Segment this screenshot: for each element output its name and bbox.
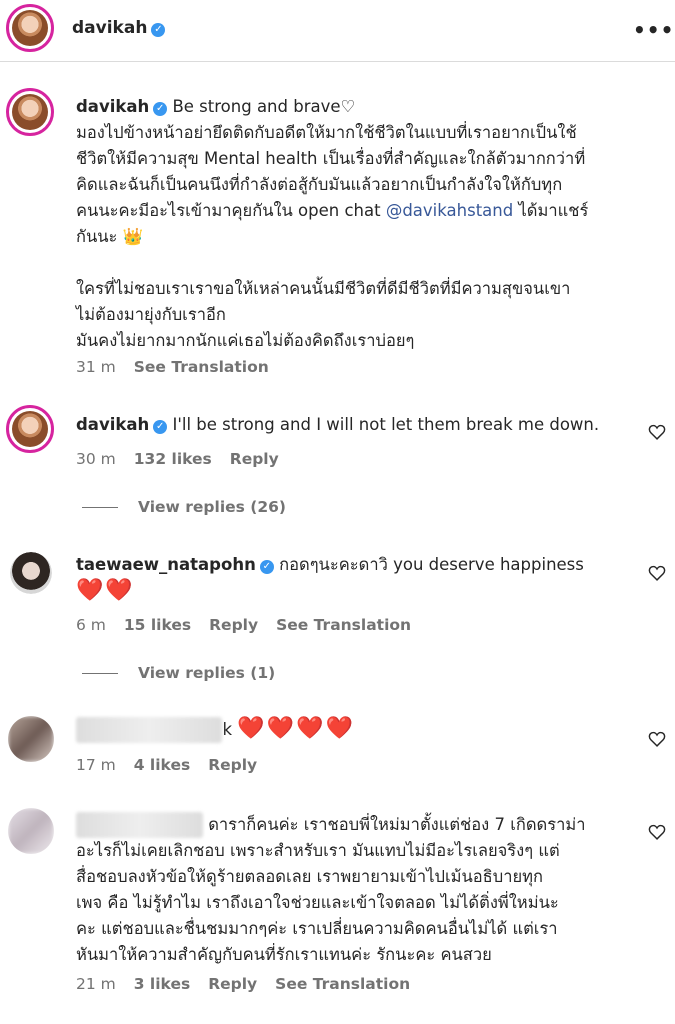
comment-meta: 17 m4 likes Reply	[76, 756, 258, 774]
verified-icon: ✓	[153, 420, 168, 434]
like-heart-icon[interactable]	[648, 565, 666, 581]
caption-username[interactable]: davikah	[76, 97, 149, 116]
comment-text: xxxxxxxxxxxxxxxk ❤️❤️❤️❤️	[76, 716, 636, 743]
like-heart-icon[interactable]	[648, 424, 666, 440]
comment-meta: 21 m3 likes Reply See Translation	[76, 975, 411, 993]
caption-text: davikah ✓ Be strong and brave♡ มองไปข้างห…	[76, 97, 589, 350]
likes-count[interactable]: 15 likes	[124, 616, 191, 634]
see-translation-link[interactable]: See Translation	[134, 358, 269, 376]
comment-text: xxxxxxxxxxxxx ดาราก็คนค่ะ เราชอบพี่ใหม่ม…	[76, 812, 646, 968]
mention-link[interactable]: @davikahstand	[386, 201, 513, 220]
comment-username[interactable]: taewaew_natapohn	[76, 555, 256, 574]
verified-icon: ✓	[153, 102, 168, 116]
comment-text: davikah ✓ I'll be strong and I will not l…	[76, 415, 600, 434]
view-replies-button[interactable]: View replies (1)	[82, 664, 275, 682]
like-heart-icon[interactable]	[648, 731, 666, 747]
reply-button[interactable]: Reply	[208, 756, 257, 774]
likes-count[interactable]: 4 likes	[134, 756, 190, 774]
view-replies-button[interactable]: View replies (26)	[82, 498, 286, 516]
comment-avatar[interactable]	[8, 716, 54, 762]
post-header: davikah ✓ •••	[0, 0, 675, 62]
blurred-username: xxxxxxxxxxxxxxx	[76, 717, 223, 743]
comment-text: taewaew_natapohn ✓ กอดๆนะคะดาวิ you deser…	[76, 555, 584, 603]
verified-icon: ✓	[151, 23, 166, 37]
comment-meta: 30 m 132 likes Reply	[76, 450, 279, 468]
caption-meta: 31 m See Translation	[76, 358, 269, 376]
reply-button[interactable]: Reply	[230, 450, 279, 468]
likes-count[interactable]: 3 likes	[134, 975, 190, 993]
comment-avatar[interactable]	[8, 808, 54, 854]
see-translation-link[interactable]: See Translation	[275, 975, 410, 993]
more-options-icon[interactable]: •••	[633, 18, 674, 42]
comment-avatar[interactable]	[10, 552, 52, 594]
reply-button[interactable]: Reply	[208, 975, 257, 993]
comment-avatar[interactable]	[6, 405, 54, 453]
reply-button[interactable]: Reply	[209, 616, 258, 634]
comment-meta: 6 m 15 likes Reply See Translation	[76, 616, 412, 634]
see-translation-link[interactable]: See Translation	[276, 616, 411, 634]
caption-avatar[interactable]	[6, 88, 54, 136]
like-heart-icon[interactable]	[648, 824, 666, 840]
post-username[interactable]: davikah ✓	[72, 18, 166, 38]
likes-count[interactable]: 132 likes	[134, 450, 212, 468]
blurred-username: xxxxxxxxxxxxx	[76, 812, 203, 838]
verified-icon: ✓	[259, 560, 274, 574]
profile-avatar[interactable]	[6, 4, 54, 52]
comment-username[interactable]: davikah	[76, 415, 149, 434]
